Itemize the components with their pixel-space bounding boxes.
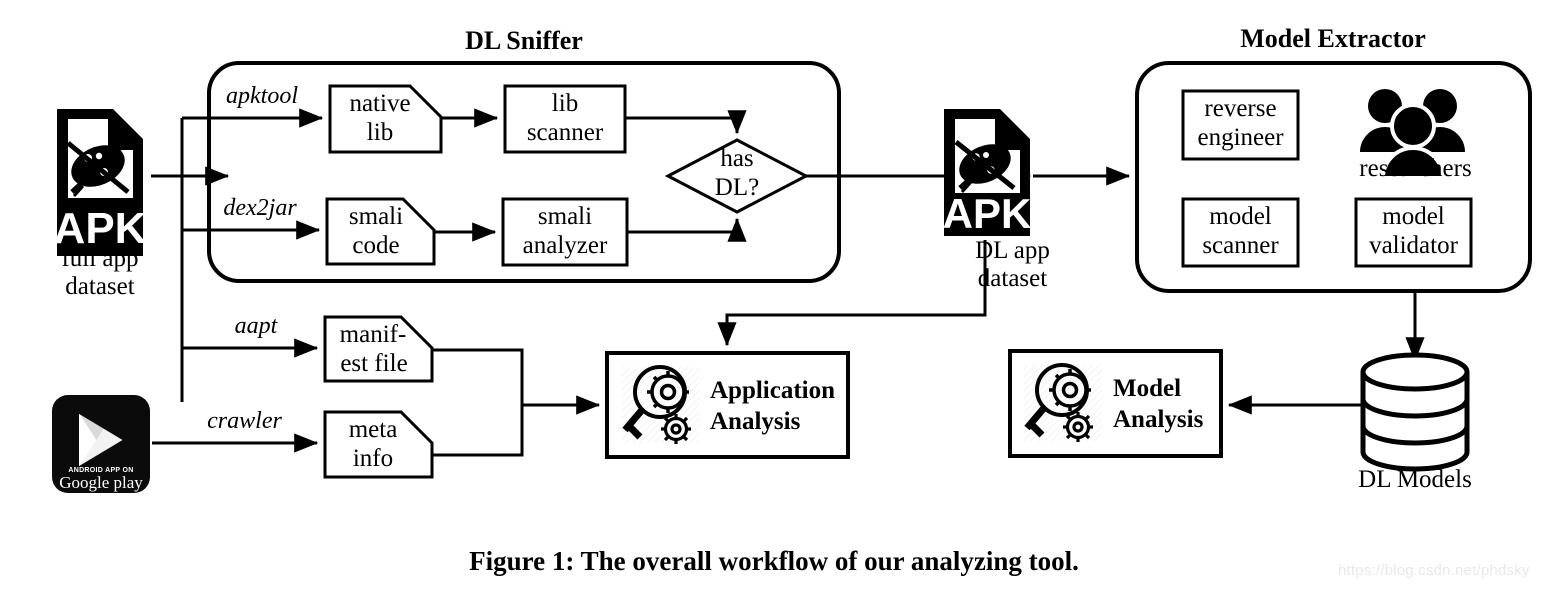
edge-label-crawler: crawler [207,408,282,434]
node-label-reverse-engineer-line1: reverse [1204,95,1277,122]
node-label-native-lib-line1: native [349,90,411,117]
node-label-smali-analyzer-line2: analyzer [522,232,608,259]
node-label-smali-code-line2: code [352,232,400,259]
svg-text:Google play: Google play [59,473,143,492]
google-play-badge-icon: ANDROID APP ON Google play [52,395,150,493]
database-cylinder-icon [1360,352,1470,472]
node-label-model-validator-line2: validator [1369,232,1458,259]
node-label-reverse-engineer-line2: engineer [1197,124,1284,151]
figure-workflow-diagram: APK APK ANDROID APP ON Google play DL Sn… [0,0,1548,592]
label-dl-app-dataset-line1: DL app [975,237,1050,264]
node-label-meta-info-line1: meta [348,416,398,443]
label-model-analysis-line1: Model [1113,375,1182,402]
node-label-model-scanner-line1: model [1209,203,1272,230]
node-label-lib-scanner-line2: scanner [526,119,604,146]
label-model-analysis-line2: Analysis [1113,406,1204,433]
node-label-has-dl-line2: DL? [714,174,760,201]
node-label-has-dl-line1: has [720,145,754,172]
node-label-native-lib-line2: lib [366,119,394,146]
node-label-smali-analyzer-line1: smali [537,203,593,230]
node-application-analysis [605,351,850,459]
apk-file-icon-full-app: APK [54,109,147,256]
edge-label-dex2jar: dex2jar [223,195,297,221]
group-title-dl-sniffer: DL Sniffer [465,26,583,55]
node-label-model-scanner-line2: scanner [1202,232,1279,259]
label-dl-models: DL Models [1358,466,1472,493]
label-researchers: researchers [1359,155,1472,182]
edge-label-apktool: apktool [226,83,298,109]
node-label-model-validator-line1: model [1382,203,1445,230]
label-full-app-dataset-line1: full app [61,245,139,272]
apk-file-icon-dl-app: APK [943,109,1032,237]
label-application-analysis-line2: Analysis [710,408,801,435]
node-label-lib-scanner-line1: lib [551,90,579,117]
edge-label-aapt: aapt [234,313,278,339]
figure-caption: Figure 1: The overall workflow of our an… [469,546,1079,576]
watermark-text: https://blog.csdn.net/phdsky [1338,562,1530,579]
label-dl-app-dataset-line2: dataset [977,265,1048,292]
label-application-analysis-line1: Application [710,377,836,404]
node-label-manifest-file-line2: est file [340,350,408,377]
group-title-model-extractor: Model Extractor [1240,24,1426,53]
node-label-smali-code-line1: smali [348,203,404,230]
node-label-manifest-file-line1: manif- [339,321,407,348]
label-full-app-dataset-line2: dataset [65,273,135,300]
svg-text:APK: APK [943,190,1032,237]
node-label-meta-info-line2: info [352,445,394,472]
